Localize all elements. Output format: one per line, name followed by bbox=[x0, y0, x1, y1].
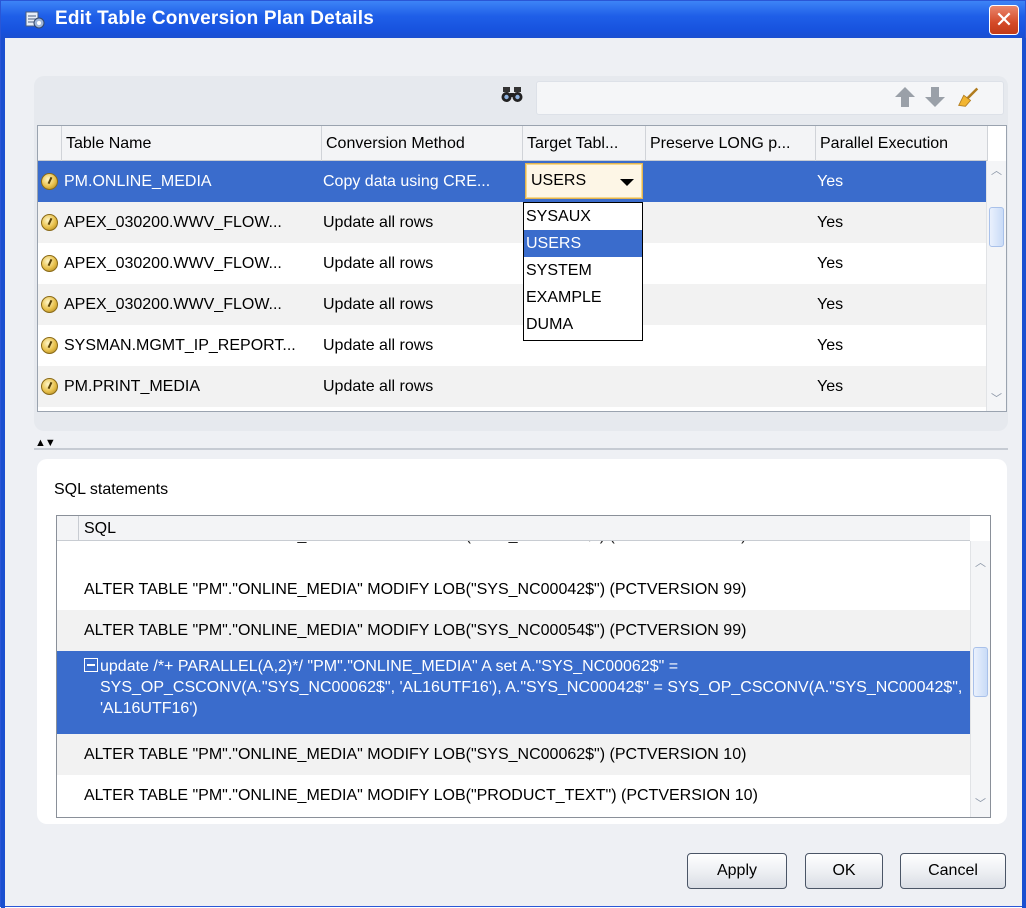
column-header-table-name[interactable]: Table Name bbox=[62, 126, 322, 161]
list-item[interactable]: ALTER TABLE "PM"."ONLINE_MEDIA" MODIFY L… bbox=[57, 775, 970, 816]
list-item[interactable]: ALTER TABLE "PM"."ONLINE_MEDIA" MODIFY L… bbox=[57, 569, 970, 610]
clear-broom-icon[interactable] bbox=[957, 85, 979, 109]
dropdown-option[interactable]: SYSTEM bbox=[524, 257, 642, 284]
sql-section-title: SQL statements bbox=[54, 481, 169, 498]
table-status-icon bbox=[41, 173, 58, 190]
sql-table-header: SQL bbox=[57, 516, 970, 541]
cell-conversion-method[interactable]: Update all rows bbox=[319, 284, 523, 325]
column-header-target-tablespace[interactable]: Target Tabl... bbox=[523, 126, 646, 161]
selected-sql-text: update /*+ PARALLEL(A,2)*/ "PM"."ONLINE_… bbox=[100, 658, 963, 717]
cell-parallel-execution[interactable]: Yes bbox=[813, 366, 985, 407]
table-row[interactable]: APEX_030200.WWV_FLOW... Update all rows … bbox=[38, 243, 988, 284]
dropdown-option[interactable]: SYSAUX bbox=[524, 203, 642, 230]
list-item[interactable]: ALTER TABLE "PM"."ONLINE_MEDIA" MODIFY L… bbox=[57, 610, 970, 651]
tablespace-dropdown-list: SYSAUX USERS SYSTEM EXAMPLE DUMA bbox=[523, 202, 643, 341]
splitter-arrows-icon[interactable]: ▲▼ bbox=[35, 437, 56, 449]
cell-table-name: SYSMAN.MGMT_IP_REPORT... bbox=[64, 337, 296, 354]
column-header-parallel-execution[interactable]: Parallel Execution bbox=[816, 126, 988, 161]
cell-conversion-method[interactable]: Update all rows bbox=[319, 366, 523, 407]
conversion-table: Table Name Conversion Method Target Tabl… bbox=[37, 125, 1007, 412]
cell-parallel-execution[interactable]: Yes bbox=[813, 161, 985, 202]
cell-table-name: APEX_030200.WWV_FLOW... bbox=[64, 214, 282, 231]
dropdown-option[interactable]: EXAMPLE bbox=[524, 284, 642, 311]
table-header: Table Name Conversion Method Target Tabl… bbox=[38, 126, 988, 161]
cell-parallel-execution[interactable]: Yes bbox=[813, 243, 985, 284]
cell-conversion-method[interactable]: Copy data using CRE... bbox=[319, 161, 523, 202]
header-gutter bbox=[57, 516, 79, 541]
table-status-icon bbox=[41, 296, 58, 313]
cell-conversion-method[interactable]: Update all rows bbox=[319, 202, 523, 243]
table-status-icon bbox=[41, 255, 58, 272]
scroll-up-arrow-icon[interactable]: ︿ bbox=[974, 558, 987, 569]
cell-parallel-execution[interactable]: Yes bbox=[813, 284, 985, 325]
move-up-arrow-icon[interactable] bbox=[894, 85, 916, 109]
dropdown-option-selected[interactable]: USERS bbox=[524, 230, 642, 257]
table-row[interactable]: APEX_030200.WWV_FLOW... Update all rows … bbox=[38, 284, 988, 325]
dialog-app-icon bbox=[25, 11, 45, 29]
apply-button[interactable]: Apply bbox=[687, 853, 787, 889]
title-bar[interactable]: Edit Table Conversion Plan Details ✕ bbox=[1, 1, 1025, 38]
column-header-preserve-long[interactable]: Preserve LONG p... bbox=[646, 126, 816, 161]
sql-table: ALTER TABLE "PM"."ONLINE_MEDIA" MODIFY L… bbox=[56, 515, 991, 818]
window-border-left bbox=[1, 38, 5, 908]
table-row[interactable]: PM.PRINT_MEDIA Update all rows Yes bbox=[38, 366, 988, 407]
scroll-down-arrow-icon[interactable]: ﹀ bbox=[974, 799, 987, 810]
dialog-title: Edit Table Conversion Plan Details bbox=[55, 8, 374, 29]
table-row[interactable]: SYSMAN.MGMT_IP_REPORT... Update all rows… bbox=[38, 325, 988, 366]
collapse-icon[interactable] bbox=[84, 658, 98, 672]
scroll-up-arrow-icon[interactable]: ︿ bbox=[990, 166, 1003, 177]
window-border-right bbox=[1022, 38, 1026, 908]
list-item[interactable]: ALTER TABLE "PM"."ONLINE_MEDIA" MODIFY L… bbox=[57, 734, 970, 775]
scrollbar-thumb[interactable] bbox=[973, 647, 988, 697]
move-down-arrow-icon[interactable] bbox=[924, 85, 946, 109]
cancel-button[interactable]: Cancel bbox=[900, 853, 1006, 889]
cell-table-name: PM.ONLINE_MEDIA bbox=[64, 173, 212, 190]
scroll-down-arrow-icon[interactable]: ﹀ bbox=[990, 394, 1003, 405]
cell-conversion-method[interactable]: Update all rows bbox=[319, 243, 523, 284]
table-status-icon bbox=[41, 337, 58, 354]
cell-table-name: APEX_030200.WWV_FLOW... bbox=[64, 296, 282, 313]
ok-button[interactable]: OK bbox=[805, 853, 883, 889]
combo-selected-value: USERS bbox=[531, 172, 587, 189]
cell-conversion-method[interactable]: Update all rows bbox=[319, 325, 523, 366]
table-row[interactable]: APEX_030200.WWV_FLOW... Update all rows … bbox=[38, 202, 988, 243]
scrollbar-thumb[interactable] bbox=[989, 207, 1004, 247]
table-status-icon bbox=[41, 214, 58, 231]
cell-table-name: PM.PRINT_MEDIA bbox=[64, 378, 201, 395]
sql-scrollbar[interactable]: ︿ ﹀ bbox=[970, 541, 990, 817]
table-scrollbar[interactable]: ︿ ﹀ bbox=[986, 161, 1006, 411]
binoculars-icon[interactable] bbox=[501, 85, 523, 105]
cell-parallel-execution[interactable]: Yes bbox=[813, 325, 985, 366]
column-header-conversion-method[interactable]: Conversion Method bbox=[322, 126, 523, 161]
chevron-down-icon[interactable] bbox=[620, 179, 634, 186]
list-item-selected[interactable]: update /*+ PARALLEL(A,2)*/ "PM"."ONLINE_… bbox=[57, 651, 970, 734]
cell-table-name: APEX_030200.WWV_FLOW... bbox=[64, 255, 282, 272]
close-button[interactable]: ✕ bbox=[989, 5, 1019, 35]
target-tablespace-combo[interactable]: USERS bbox=[525, 163, 643, 199]
dialog-window: Edit Table Conversion Plan Details ✕ Tab… bbox=[0, 0, 1026, 908]
panel-splitter[interactable] bbox=[34, 438, 1008, 450]
cell-parallel-execution[interactable]: Yes bbox=[813, 202, 985, 243]
table-row[interactable]: PM.ONLINE_MEDIA Copy data using CRE... Y… bbox=[38, 161, 988, 202]
column-header-sql[interactable]: SQL bbox=[84, 520, 116, 538]
dropdown-option[interactable]: DUMA bbox=[524, 311, 642, 338]
table-status-icon bbox=[41, 378, 58, 395]
header-gutter bbox=[38, 126, 62, 161]
